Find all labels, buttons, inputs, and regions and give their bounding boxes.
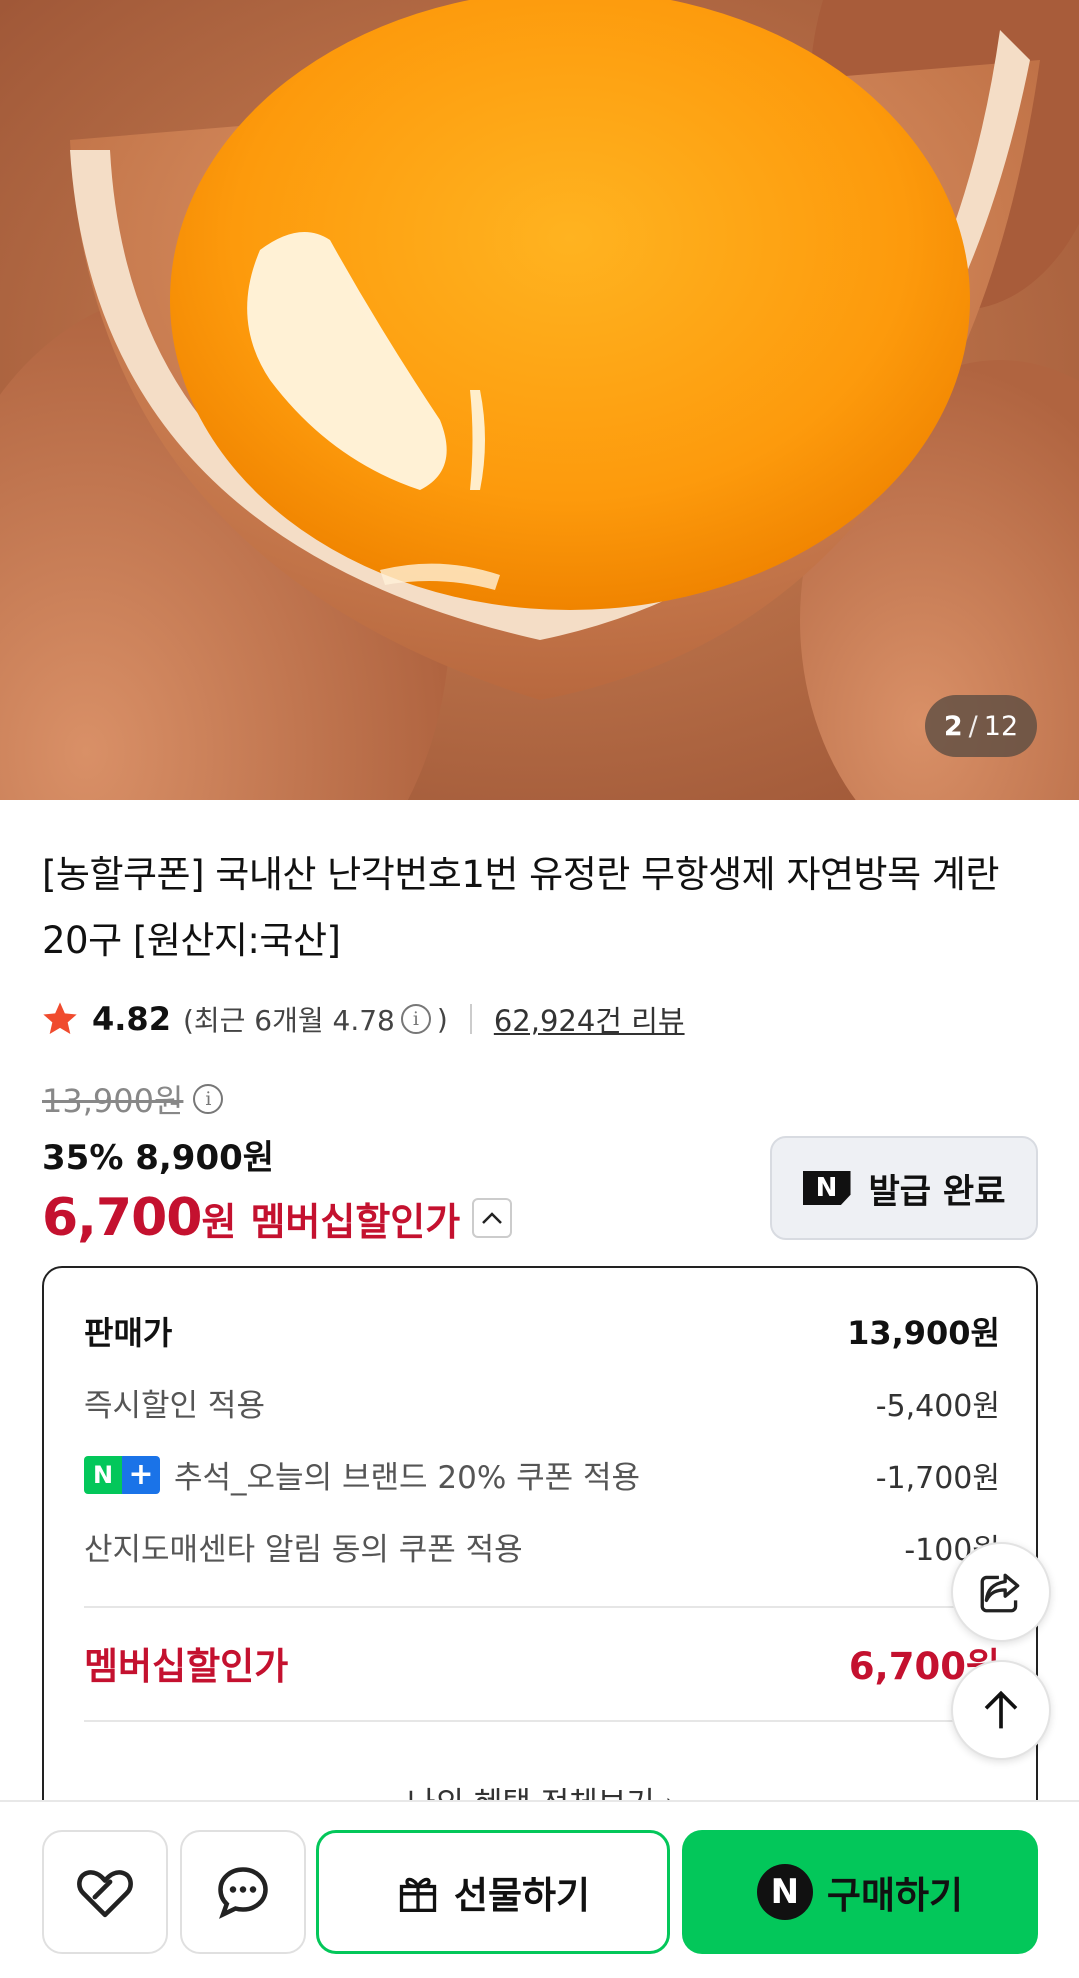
- image-counter-total: 12: [983, 710, 1019, 742]
- arrow-up-icon: [984, 1690, 1018, 1729]
- naver-pay-icon: N: [756, 1864, 813, 1920]
- discount-row: 산지도매센타 알림 동의 쿠폰 적용 -100원: [84, 1524, 1000, 1569]
- chevron-up-icon[interactable]: [472, 1198, 513, 1238]
- info-icon[interactable]: i: [400, 1004, 431, 1034]
- discount-row-value: -5,400원: [875, 1388, 1000, 1424]
- naver-n-icon: N: [802, 1171, 851, 1205]
- divider: [469, 1004, 472, 1034]
- original-price-value: 13,900원: [42, 1082, 184, 1120]
- divider: [84, 1720, 1000, 1722]
- egg-yolk-illustration: [0, 0, 1079, 800]
- discount-row-label: 산지도매센타 알림 동의 쿠폰 적용: [84, 1532, 523, 1568]
- scroll-top-button[interactable]: [951, 1660, 1051, 1760]
- member-summary-label: 멤버십할인가: [84, 1645, 289, 1688]
- member-price-summary-row: 멤버십할인가 6,700원: [84, 1636, 1000, 1690]
- discount-row-label: 즉시할인 적용: [84, 1388, 265, 1424]
- member-price-label: 멤버십할인가: [250, 1199, 461, 1244]
- wishlist-button[interactable]: [42, 1830, 168, 1954]
- buy-label: 구매하기: [826, 1874, 964, 1917]
- product-title: [농할쿠폰] 국내산 난각번호1번 유정란 무항생제 자연방목 계란 20구 […: [42, 853, 999, 962]
- coupon-issued-button[interactable]: N 발급 완료: [770, 1136, 1038, 1240]
- divider: [84, 1606, 1000, 1608]
- discount-price: 35% 8,900원: [42, 1138, 275, 1178]
- coupon-issued-label: 발급 완료: [868, 1171, 1006, 1212]
- image-counter-current: 2: [943, 710, 963, 742]
- gift-label: 선물하기: [453, 1874, 591, 1917]
- product-image[interactable]: 2 / 12: [0, 0, 1079, 800]
- review-count-link[interactable]: 62,924건 리뷰: [494, 998, 685, 1040]
- chat-icon: [218, 1867, 268, 1919]
- rating-recent: (최근 6개월 4.78: [182, 1004, 395, 1037]
- buy-button[interactable]: N 구매하기: [682, 1830, 1038, 1954]
- sale-price-value: 13,900원: [847, 1314, 1000, 1352]
- bottom-action-bar: 선물하기 N 구매하기: [0, 1800, 1079, 1978]
- original-price: 13,900원 i: [42, 1076, 229, 1122]
- member-price-unit: 원: [201, 1199, 237, 1244]
- rating-score: 4.82: [92, 1000, 171, 1038]
- member-price-row[interactable]: 6,700 원 멤버십할인가: [42, 1188, 513, 1248]
- discount-row: N + 추석_오늘의 브랜드 20% 쿠폰 적용 -1,700원: [84, 1452, 1000, 1497]
- discount-row-value: -1,700원: [875, 1460, 1000, 1496]
- chat-button[interactable]: [180, 1830, 306, 1954]
- rating-row: 4.82 (최근 6개월 4.78 i ) 62,924건 리뷰: [40, 994, 685, 1044]
- member-price-value: 6,700: [42, 1188, 202, 1248]
- naver-plus-icon: N +: [84, 1455, 160, 1494]
- image-counter: 2 / 12: [925, 695, 1037, 757]
- image-counter-separator: /: [968, 710, 978, 742]
- discount-row-label: N + 추석_오늘의 브랜드 20% 쿠폰 적용: [84, 1452, 640, 1497]
- info-icon[interactable]: i: [193, 1084, 224, 1114]
- gift-icon: [399, 1877, 437, 1912]
- heart-icon: [77, 1870, 133, 1918]
- rating-recent-close: ): [436, 1002, 448, 1036]
- discount-row: 즉시할인 적용 -5,400원: [84, 1380, 1000, 1425]
- share-icon: [980, 1573, 1020, 1613]
- sale-price-row: 판매가 13,900원: [84, 1308, 1000, 1354]
- share-button[interactable]: [951, 1542, 1051, 1642]
- gift-button[interactable]: 선물하기: [316, 1830, 670, 1954]
- star-icon: [43, 1002, 77, 1034]
- sale-price-label: 판매가: [84, 1314, 173, 1352]
